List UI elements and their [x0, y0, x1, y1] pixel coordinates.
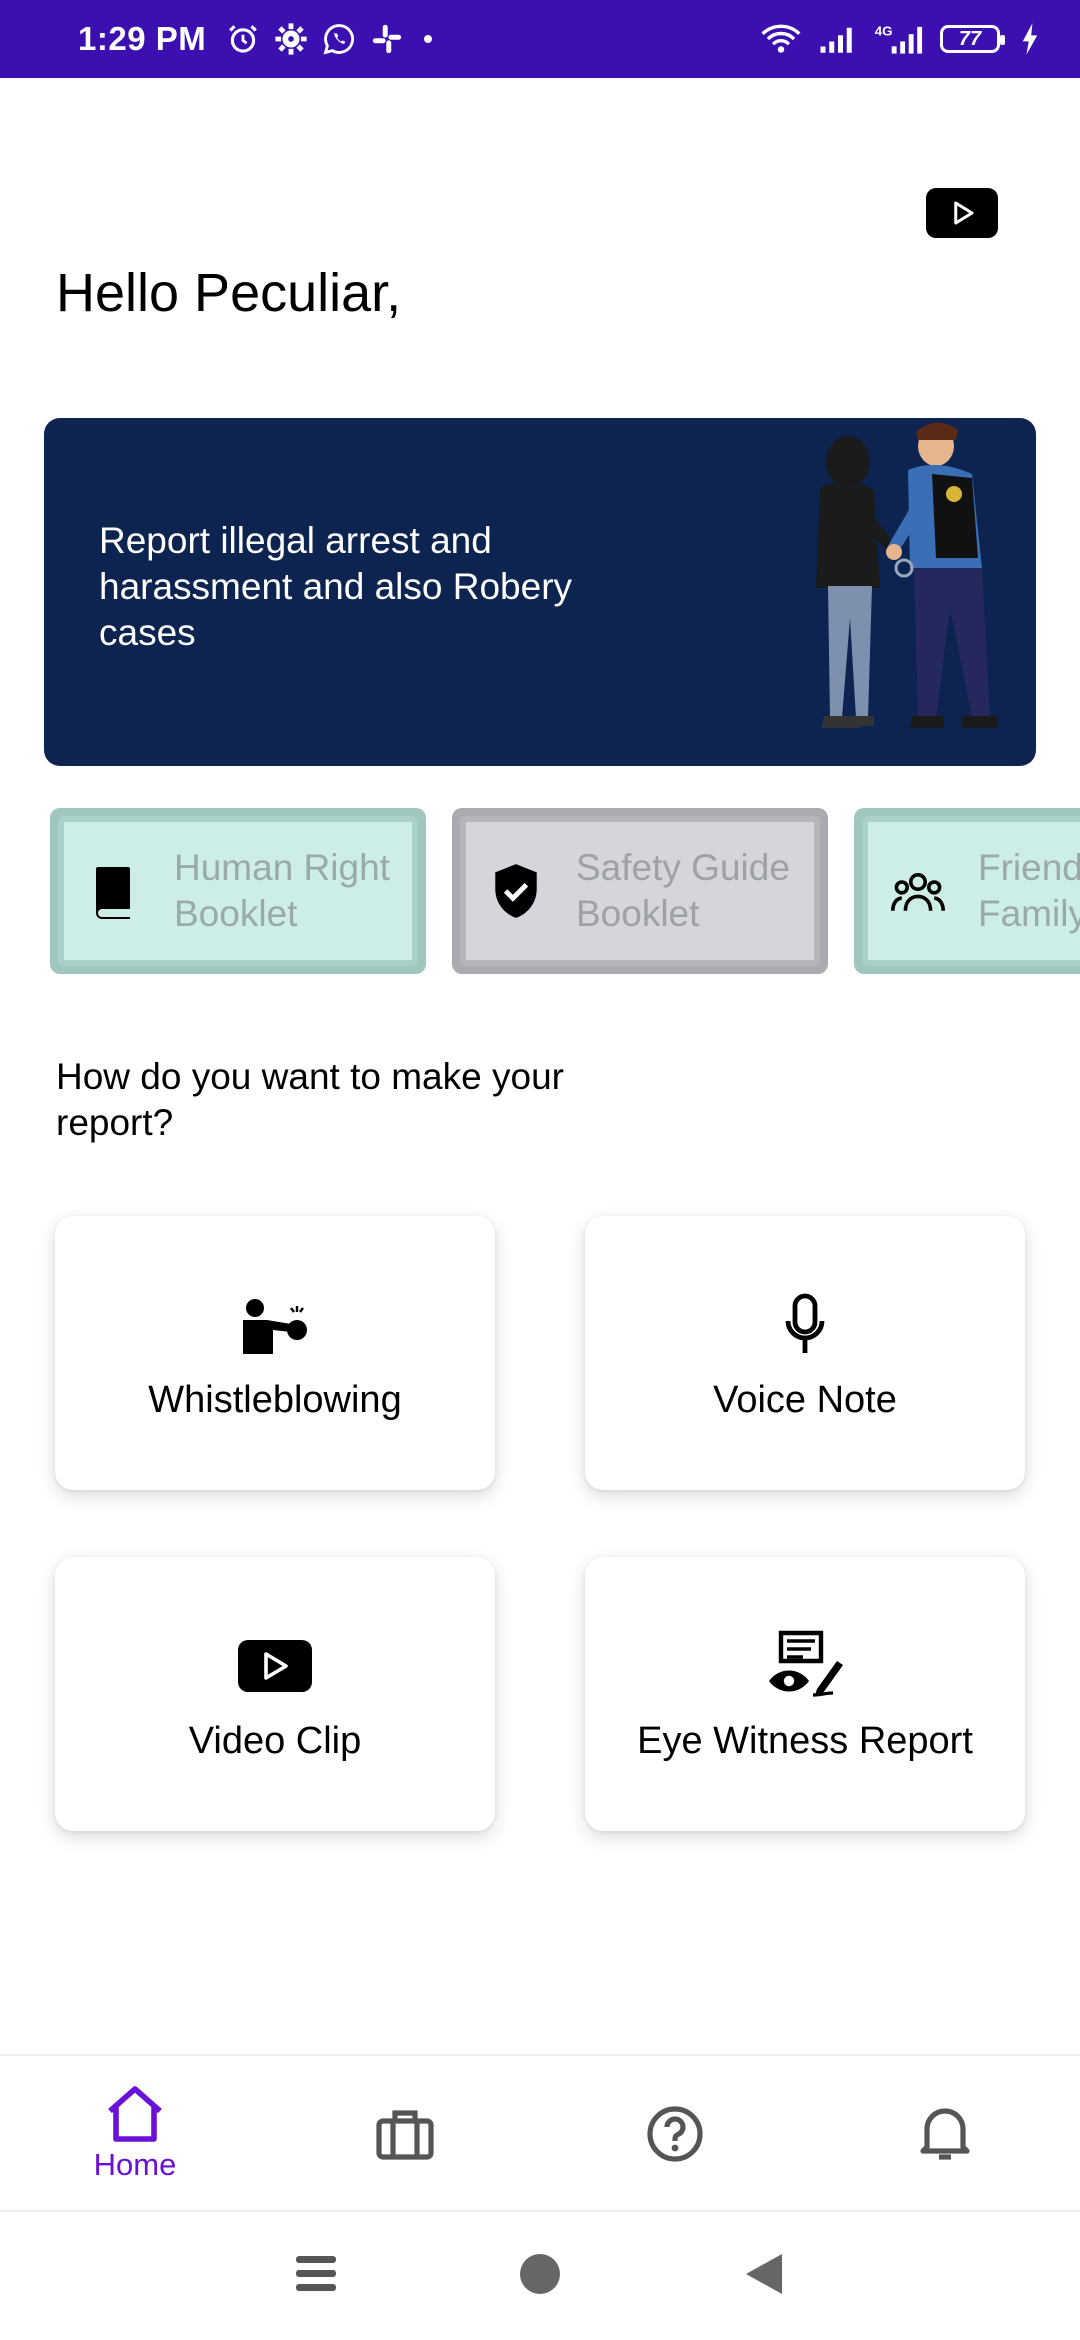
greeting: Hello Peculiar,	[56, 263, 402, 323]
status-time: 1:29 PM	[78, 20, 207, 57]
chip-label-line2: Booklet	[576, 893, 700, 934]
eye-witness-report-label: Eye Witness Report	[637, 1719, 973, 1762]
play-icon	[954, 201, 974, 225]
arrest-illustration	[816, 422, 998, 728]
menu-icon	[296, 2256, 336, 2291]
nav-briefcase[interactable]	[270, 2056, 540, 2212]
slack-icon	[373, 24, 402, 54]
system-nav-bar	[0, 2210, 1080, 2340]
chip-label: Human Right Booklet	[174, 845, 390, 937]
banner-text: Report illegal arrest and harassment and…	[99, 520, 573, 653]
chip-label-line1: Safety Guide	[576, 847, 790, 888]
home-icon	[108, 2086, 162, 2142]
voice-note-option[interactable]: Voice Note	[585, 1216, 1025, 1490]
whistleblowing-option[interactable]: Whistleblowing	[55, 1216, 495, 1490]
chip-label-line1: Friends	[978, 847, 1080, 888]
bell-icon	[920, 2108, 970, 2160]
briefcase-icon	[376, 2110, 434, 2160]
status-bar: 1:29 PM 4G 77	[0, 0, 1080, 78]
whatsapp-icon	[323, 24, 355, 55]
chip-inner: Friends Family	[862, 816, 1080, 966]
microphone-icon	[765, 1285, 845, 1365]
nav-home-label: Home	[93, 2147, 177, 2182]
back-button[interactable]	[744, 2252, 784, 2296]
header-video-button[interactable]	[926, 188, 998, 238]
video-clip-option[interactable]: Video Clip	[55, 1557, 495, 1831]
chip-label: Safety Guide Booklet	[576, 845, 790, 937]
battery-level: 77	[958, 27, 982, 50]
status-icons-right: 4G 77	[758, 22, 1040, 56]
circle-icon	[520, 2254, 560, 2294]
back-triangle-icon	[746, 2254, 782, 2294]
chip-label-line2: Booklet	[174, 893, 298, 934]
bottom-nav: Home	[0, 2054, 1080, 2210]
chip-label-line1: Human Right	[174, 847, 390, 888]
charging-icon	[1022, 23, 1038, 55]
voice-note-label: Voice Note	[713, 1378, 897, 1421]
gear-icon	[275, 23, 307, 55]
chip-inner: Human Right Booklet	[58, 816, 418, 966]
signal-icon	[820, 27, 852, 53]
notification-dot	[424, 35, 433, 43]
shield-check-icon	[486, 861, 546, 921]
book-icon	[84, 861, 144, 921]
resource-chip-row[interactable]: Human Right Booklet Safety Guide Booklet…	[0, 808, 1080, 978]
chip-label-line2: Family	[978, 893, 1080, 934]
chip-inner: Safety Guide Booklet	[460, 816, 820, 966]
nav-help[interactable]	[540, 2056, 810, 2212]
whistleblowing-label: Whistleblowing	[148, 1378, 402, 1421]
eye-witness-icon	[765, 1626, 845, 1706]
help-icon	[647, 2106, 703, 2162]
video-play-icon	[235, 1626, 315, 1706]
video-clip-label: Video Clip	[188, 1719, 362, 1762]
report-banner[interactable]: Report illegal arrest and harassment and…	[44, 418, 1036, 766]
chip-safety-guide-booklet[interactable]: Safety Guide Booklet	[452, 808, 828, 974]
home-system-button[interactable]	[518, 2252, 562, 2296]
chip-friends-family[interactable]: Friends Family	[854, 808, 1080, 974]
alarm-icon	[229, 25, 258, 53]
wifi-icon	[761, 24, 801, 53]
signal-4g-icon: 4G	[875, 23, 923, 54]
recent-apps-button[interactable]	[296, 2252, 336, 2296]
network-label: 4G	[875, 23, 893, 38]
nav-home[interactable]: Home	[0, 2056, 270, 2212]
report-method-question: How do you want to make your report?	[56, 1056, 564, 1143]
nav-notifications[interactable]	[810, 2056, 1080, 2212]
battery-icon: 77	[940, 25, 1005, 53]
eye-witness-report-option[interactable]: Eye Witness Report	[585, 1557, 1025, 1831]
people-icon	[888, 861, 948, 921]
chip-human-right-booklet[interactable]: Human Right Booklet	[50, 808, 426, 974]
status-icons-left	[226, 22, 404, 56]
chip-label: Friends Family	[978, 845, 1080, 937]
whistleblower-icon	[235, 1285, 315, 1365]
